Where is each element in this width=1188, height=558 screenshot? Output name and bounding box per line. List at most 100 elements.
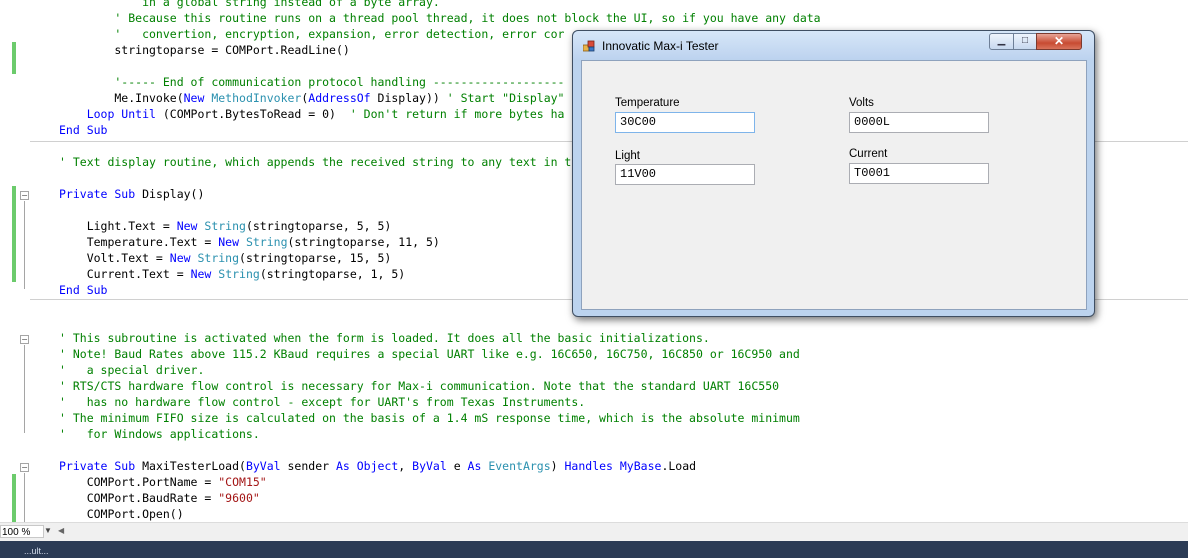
zoom-combo[interactable]: 100 % (0, 525, 44, 538)
code-text: '----- End of communication protocol han… (59, 74, 564, 90)
code-token: , (398, 459, 413, 473)
code-token: Current.Text = (59, 267, 191, 281)
code-text: Me.Invoke(New MethodInvoker(AddressOf Di… (59, 90, 564, 106)
close-button[interactable]: ✕ (1036, 33, 1082, 50)
code-text: Private Sub MaxiTesterLoad(ByVal sender … (59, 458, 696, 474)
code-text: Loop Until (COMPort.BytesToRead = 0) ' D… (59, 106, 565, 122)
code-token: '----- End of communication protocol han… (59, 75, 565, 89)
code-token: (stringtoparse, 5, 5) (245, 219, 392, 233)
collapse-icon[interactable]: − (20, 463, 29, 472)
temperature-field[interactable]: 30C00 (615, 112, 755, 133)
code-token: ) (550, 459, 565, 473)
code-token: ' Text display routine, which appends th… (59, 155, 572, 169)
title-bar[interactable]: Innovatic Max-i Tester ▁ □ ✕ (573, 31, 1094, 59)
code-text: ' convertion, encryption, expansion, err… (59, 26, 564, 42)
code-token: Handles MyBase (564, 459, 662, 473)
code-token: COMPort.Open() (59, 507, 184, 521)
code-token: COMPort.BaudRate = (59, 491, 219, 505)
code-token: ' for Windows applications. (59, 427, 260, 441)
code-text: Light.Text = New String(stringtoparse, 5… (59, 218, 392, 234)
code-token: String (218, 267, 260, 281)
code-token: ' Start "Display" (446, 91, 565, 105)
code-text: ' Text display routine, which appends th… (59, 154, 571, 170)
code-text: End Sub (59, 122, 107, 138)
code-token: New (183, 91, 212, 105)
scroll-left-icon[interactable]: ◀ (58, 526, 64, 535)
code-token: Loop Until (59, 107, 156, 121)
code-text: ' This subroutine is activated when the … (59, 330, 710, 346)
chevron-down-icon[interactable]: ▼ (44, 526, 52, 535)
code-token: (stringtoparse, 1, 5) (259, 267, 406, 281)
code-token: Light.Text = (59, 219, 177, 233)
change-marker (12, 186, 16, 282)
code-text: ' RTS/CTS hardware flow control is neces… (59, 378, 779, 394)
code-token: Private Sub (59, 187, 136, 201)
code-text: ' a special driver. (59, 362, 204, 378)
code-token: ' Note! Baud Rates above 115.2 KBaud req… (59, 347, 800, 361)
volts-field[interactable]: 0000L (849, 112, 989, 133)
code-token: ' The minimum FIFO size is calculated on… (59, 411, 800, 425)
code-token: String (245, 235, 288, 249)
code-token: String (197, 251, 240, 265)
light-field[interactable]: 11V00 (615, 164, 755, 185)
editor-bottom-bar: 100 % ▼ ◀ (0, 522, 1188, 541)
code-text: ' for Windows applications. (59, 426, 260, 442)
code-text: COMPort.PortName = "COM15" (59, 474, 267, 490)
code-token: New (169, 251, 198, 265)
code-token: ByVal (245, 459, 281, 473)
code-token: ' convertion, encryption, expansion, err… (59, 27, 565, 41)
collapse-icon[interactable]: − (20, 335, 29, 344)
code-token: ' a special driver. (59, 363, 205, 377)
code-token: As (467, 459, 489, 473)
code-text: Private Sub Display() (59, 186, 204, 202)
code-text: End Sub (59, 282, 107, 298)
current-label: Current (849, 148, 888, 160)
code-token: End Sub (59, 123, 108, 137)
code-token: ' This subroutine is activated when the … (59, 331, 710, 345)
app-icon (583, 40, 595, 52)
code-token: (stringtoparse, 15, 5) (239, 251, 392, 265)
code-token: New (218, 235, 246, 249)
code-token: ByVal (412, 459, 447, 473)
code-token: Display)) (370, 91, 447, 105)
code-token: "COM15" (218, 475, 267, 489)
code-token: sender (280, 459, 336, 473)
code-text: COMPort.Open() (59, 506, 184, 522)
code-text: in a global string instead of a byte arr… (59, 0, 440, 10)
code-token: stringtoparse = COMPort.ReadLine() (59, 43, 350, 57)
maximize-button[interactable]: □ (1013, 33, 1037, 50)
code-token: (COMPort.BytesToRead = 0) (155, 107, 350, 121)
change-marker (12, 474, 16, 522)
code-token: Private Sub (59, 459, 136, 473)
change-marker (12, 42, 16, 74)
code-token: ' has no hardware flow control - except … (59, 395, 586, 409)
volts-label: Volts (849, 97, 874, 109)
fold-guide (24, 345, 25, 433)
code-token: End Sub (59, 283, 108, 297)
code-token: e (446, 459, 468, 473)
code-token: New (190, 267, 219, 281)
code-text: ' has no hardware flow control - except … (59, 394, 585, 410)
temperature-label: Temperature (615, 97, 680, 109)
code-token: Temperature.Text = (59, 235, 219, 249)
code-token: ' Don't return if more bytes ha (349, 107, 565, 121)
tester-window: Innovatic Max-i Tester ▁ □ ✕ Temperature… (572, 30, 1095, 317)
code-token: MaxiTesterLoad( (135, 459, 246, 473)
status-text: ...ult... (24, 546, 49, 556)
code-token: EventArgs (488, 459, 551, 473)
code-token: New (176, 219, 205, 233)
code-token: (stringtoparse, 11, 5) (287, 235, 440, 249)
code-token: Volt.Text = (59, 251, 170, 265)
code-text: Current.Text = New String(stringtoparse,… (59, 266, 406, 282)
code-token: ' RTS/CTS hardware flow control is neces… (59, 379, 780, 393)
code-token: String (204, 219, 246, 233)
collapse-icon[interactable]: − (20, 191, 29, 200)
code-token: .Load (661, 459, 697, 473)
fold-guide (24, 473, 25, 522)
code-text: ' The minimum FIFO size is calculated on… (59, 410, 800, 426)
code-token: COMPort.PortName = (59, 475, 219, 489)
current-field[interactable]: T0001 (849, 163, 989, 184)
minimize-button[interactable]: ▁ (989, 33, 1014, 50)
window-title: Innovatic Max-i Tester (602, 39, 719, 53)
fold-guide (24, 201, 25, 289)
